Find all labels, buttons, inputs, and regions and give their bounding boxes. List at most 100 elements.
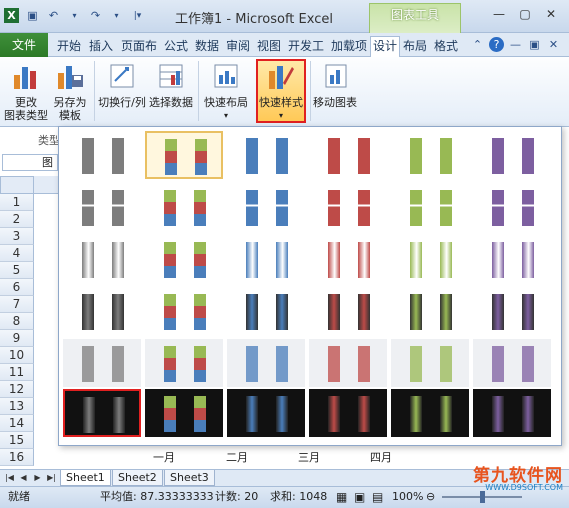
tab-review[interactable]: 审阅 xyxy=(223,37,253,57)
row-header[interactable]: 13 xyxy=(0,398,34,415)
row-header[interactable]: 5 xyxy=(0,262,34,279)
dropdown-icon[interactable]: ▾ xyxy=(109,8,124,23)
quick-style-option[interactable] xyxy=(145,183,223,231)
row-header[interactable]: 7 xyxy=(0,296,34,313)
row-header[interactable]: 6 xyxy=(0,279,34,296)
help-icon[interactable]: ? xyxy=(489,37,504,52)
quick-style-option[interactable] xyxy=(391,287,469,335)
sheet-tab-sheet3[interactable]: Sheet3 xyxy=(164,470,215,486)
tab-home[interactable]: 开始 xyxy=(54,37,84,57)
save-template-button[interactable]: 另存为 模板 xyxy=(50,61,90,122)
quick-style-option[interactable] xyxy=(145,131,223,179)
quick-style-option[interactable] xyxy=(145,339,223,387)
quick-style-button[interactable]: 快速样式 ▾ xyxy=(256,59,306,123)
zoom-out-icon[interactable]: ⊖ xyxy=(426,487,435,507)
tab-file[interactable]: 文件 xyxy=(0,33,48,57)
quick-style-option[interactable] xyxy=(473,339,551,387)
row-header[interactable]: 12 xyxy=(0,381,34,398)
close-icon[interactable]: ✕ xyxy=(546,37,561,52)
restore-icon[interactable]: ▢ xyxy=(513,5,537,23)
row-header[interactable]: 14 xyxy=(0,415,34,432)
save-icon[interactable]: ▣ xyxy=(25,8,40,23)
tab-page-layout[interactable]: 页面布 xyxy=(118,37,160,57)
row-header[interactable]: 8 xyxy=(0,313,34,330)
sheet-tab-sheet2[interactable]: Sheet2 xyxy=(112,470,163,486)
next-sheet-icon[interactable]: ▶ xyxy=(32,472,43,484)
zoom-slider-thumb[interactable] xyxy=(480,491,485,503)
tab-view[interactable]: 视图 xyxy=(254,37,284,57)
change-chart-type-button[interactable]: 更改 图表类型 xyxy=(4,61,48,122)
prev-sheet-icon[interactable]: ◀ xyxy=(18,472,29,484)
minimize-ribbon-icon[interactable]: ⌃ xyxy=(470,37,485,52)
quick-style-option[interactable] xyxy=(63,235,141,283)
select-all-corner[interactable] xyxy=(0,176,34,194)
restore-icon[interactable]: ▣ xyxy=(527,37,542,52)
dropdown-icon[interactable]: ▾ xyxy=(67,8,82,23)
name-box[interactable]: 图 xyxy=(2,154,58,171)
quick-style-option[interactable] xyxy=(145,389,223,437)
tab-format[interactable]: 格式 xyxy=(431,37,461,57)
tab-data[interactable]: 数据 xyxy=(192,37,222,57)
quick-style-option[interactable] xyxy=(473,183,551,231)
sheet-tab-sheet1[interactable]: Sheet1 xyxy=(60,470,111,486)
quick-style-option[interactable] xyxy=(391,339,469,387)
quick-style-option[interactable] xyxy=(145,287,223,335)
quick-style-option[interactable] xyxy=(309,287,387,335)
undo-icon[interactable]: ↶ xyxy=(46,8,61,23)
quick-style-option[interactable] xyxy=(63,339,141,387)
row-header[interactable]: 9 xyxy=(0,330,34,347)
row-header[interactable]: 1 xyxy=(0,194,34,211)
quick-style-option[interactable] xyxy=(473,287,551,335)
select-data-button[interactable]: 选择数据 xyxy=(148,61,194,109)
quick-style-option[interactable] xyxy=(227,287,305,335)
row-header[interactable]: 3 xyxy=(0,228,34,245)
quick-layout-button[interactable]: 快速布局 ▾ xyxy=(202,61,250,122)
quick-style-option[interactable] xyxy=(227,339,305,387)
tab-design[interactable]: 设计 xyxy=(370,36,400,58)
quick-style-option[interactable] xyxy=(227,235,305,283)
quick-style-option[interactable] xyxy=(309,389,387,437)
normal-view-icon[interactable]: ▦ xyxy=(336,487,347,507)
row-header[interactable]: 11 xyxy=(0,364,34,381)
quick-style-option[interactable] xyxy=(473,235,551,283)
quick-style-option[interactable] xyxy=(63,389,141,437)
quick-style-option[interactable] xyxy=(63,183,141,231)
row-header[interactable]: 10 xyxy=(0,347,34,364)
quick-style-option[interactable] xyxy=(391,235,469,283)
page-layout-view-icon[interactable]: ▣ xyxy=(354,487,365,507)
tab-developer[interactable]: 开发工 xyxy=(285,37,327,57)
close-icon[interactable]: ✕ xyxy=(539,5,563,23)
quick-style-option[interactable] xyxy=(145,235,223,283)
quick-style-option[interactable] xyxy=(63,287,141,335)
row-header[interactable]: 2 xyxy=(0,211,34,228)
zoom-level[interactable]: 100% xyxy=(392,487,423,507)
quick-style-option[interactable] xyxy=(391,183,469,231)
quick-style-option[interactable] xyxy=(309,235,387,283)
quick-style-option[interactable] xyxy=(473,131,551,179)
move-chart-button[interactable]: 移动图表 xyxy=(312,61,358,109)
quick-style-option[interactable] xyxy=(227,131,305,179)
tab-layout[interactable]: 布局 xyxy=(400,37,430,57)
quick-style-option[interactable] xyxy=(391,131,469,179)
tab-formulas[interactable]: 公式 xyxy=(161,37,191,57)
page-break-view-icon[interactable]: ▤ xyxy=(372,487,383,507)
switch-row-column-button[interactable]: 切换行/列 xyxy=(96,61,148,109)
customize-qat-icon[interactable]: |▾ xyxy=(130,8,145,23)
quick-style-option[interactable] xyxy=(227,389,305,437)
first-sheet-icon[interactable]: |◀ xyxy=(4,472,15,484)
quick-style-option[interactable] xyxy=(309,339,387,387)
quick-style-option[interactable] xyxy=(473,389,551,437)
quick-style-option[interactable] xyxy=(63,131,141,179)
quick-style-gallery[interactable] xyxy=(58,126,562,446)
tab-addins[interactable]: 加载项 xyxy=(328,37,370,57)
quick-style-option[interactable] xyxy=(309,183,387,231)
quick-style-option[interactable] xyxy=(227,183,305,231)
quick-style-option[interactable] xyxy=(309,131,387,179)
minimize-icon[interactable]: — xyxy=(487,5,511,23)
last-sheet-icon[interactable]: ▶| xyxy=(46,472,57,484)
tab-insert[interactable]: 插入 xyxy=(86,37,116,57)
redo-icon[interactable]: ↷ xyxy=(88,8,103,23)
row-header[interactable]: 15 xyxy=(0,432,34,449)
minimize-icon[interactable]: — xyxy=(508,37,523,52)
row-header[interactable]: 4 xyxy=(0,245,34,262)
